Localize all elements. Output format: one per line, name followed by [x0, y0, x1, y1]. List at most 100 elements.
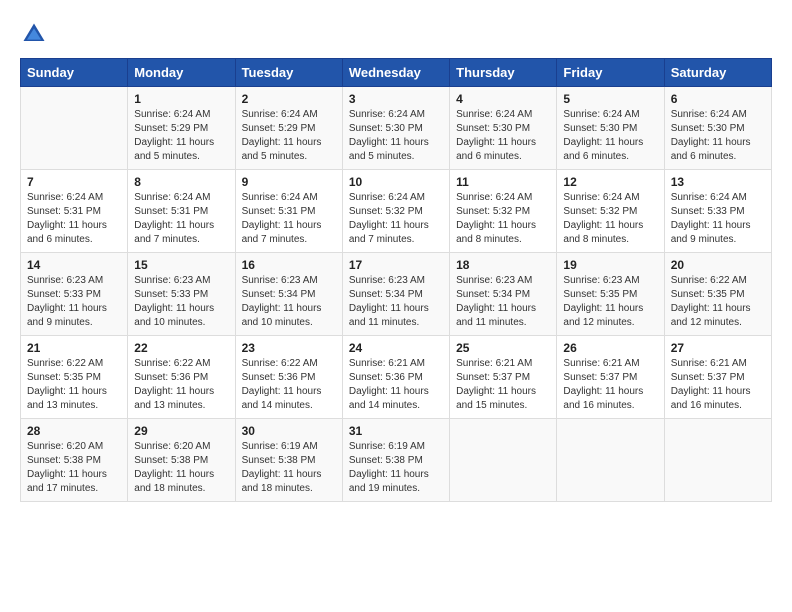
day-number: 9 — [242, 175, 336, 189]
day-header: Tuesday — [235, 59, 342, 87]
calendar-cell — [21, 87, 128, 170]
day-detail: Sunrise: 6:24 AMSunset: 5:32 PMDaylight:… — [563, 191, 657, 247]
day-number: 3 — [349, 92, 443, 106]
day-number: 30 — [242, 424, 336, 438]
day-detail: Sunrise: 6:20 AMSunset: 5:38 PMDaylight:… — [27, 440, 121, 496]
day-number: 4 — [456, 92, 550, 106]
calendar-cell: 9 Sunrise: 6:24 AMSunset: 5:31 PMDaylight… — [235, 170, 342, 253]
day-number: 22 — [134, 341, 228, 355]
calendar-cell: 7 Sunrise: 6:24 AMSunset: 5:31 PMDaylight… — [21, 170, 128, 253]
calendar-cell: 23Sunrise: 6:22 AMSunset: 5:36 PMDayligh… — [235, 336, 342, 419]
calendar-cell: 22 Sunrise: 6:22 AMSunset: 5:36 PMDayligh… — [128, 336, 235, 419]
calendar-cell: 6 Sunrise: 6:24 AMSunset: 5:30 PMDaylight… — [664, 87, 771, 170]
calendar-cell — [557, 419, 664, 502]
calendar-cell: 12 Sunrise: 6:24 AMSunset: 5:32 PMDayligh… — [557, 170, 664, 253]
day-detail: Sunrise: 6:19 AMSunset: 5:38 PMDaylight:… — [349, 440, 443, 496]
calendar-cell: 2Sunrise: 6:24 AMSunset: 5:29 PMDaylight… — [235, 87, 342, 170]
calendar-cell: 20 Sunrise: 6:22 AMSunset: 5:35 PMDayligh… — [664, 253, 771, 336]
day-header: Monday — [128, 59, 235, 87]
day-number: 2 — [242, 92, 336, 106]
day-header: Friday — [557, 59, 664, 87]
day-number: 27 — [671, 341, 765, 355]
day-number: 19 — [563, 258, 657, 272]
day-number: 1 — [134, 92, 228, 106]
day-header: Wednesday — [342, 59, 449, 87]
header-row: SundayMondayTuesdayWednesdayThursdayFrid… — [21, 59, 772, 87]
day-header: Thursday — [450, 59, 557, 87]
calendar-cell: 29 Sunrise: 6:20 AMSunset: 5:38 PMDayligh… — [128, 419, 235, 502]
day-detail: Sunrise: 6:20 AMSunset: 5:38 PMDaylight:… — [134, 440, 228, 496]
day-detail: Sunrise: 6:24 AMSunset: 5:30 PMDaylight:… — [563, 108, 657, 164]
calendar-cell: 19 Sunrise: 6:23 AMSunset: 5:35 PMDayligh… — [557, 253, 664, 336]
day-detail: Sunrise: 6:23 AMSunset: 5:34 PMDaylight:… — [349, 274, 443, 330]
day-header: Sunday — [21, 59, 128, 87]
day-number: 20 — [671, 258, 765, 272]
day-detail: Sunrise: 6:24 AMSunset: 5:31 PMDaylight:… — [134, 191, 228, 247]
calendar-cell: 3Sunrise: 6:24 AMSunset: 5:30 PMDaylight… — [342, 87, 449, 170]
calendar-cell: 28 Sunrise: 6:20 AMSunset: 5:38 PMDayligh… — [21, 419, 128, 502]
calendar-cell: 4Sunrise: 6:24 AMSunset: 5:30 PMDaylight… — [450, 87, 557, 170]
day-number: 28 — [27, 424, 121, 438]
logo-icon — [20, 20, 48, 48]
day-number: 31 — [349, 424, 443, 438]
calendar-cell: 10 Sunrise: 6:24 AMSunset: 5:32 PMDayligh… — [342, 170, 449, 253]
calendar-week: 28 Sunrise: 6:20 AMSunset: 5:38 PMDayligh… — [21, 419, 772, 502]
logo — [20, 20, 52, 48]
day-detail: Sunrise: 6:23 AMSunset: 5:34 PMDaylight:… — [456, 274, 550, 330]
day-detail: Sunrise: 6:21 AMSunset: 5:37 PMDaylight:… — [563, 357, 657, 413]
day-header: Saturday — [664, 59, 771, 87]
calendar-cell: 16Sunrise: 6:23 AMSunset: 5:34 PMDayligh… — [235, 253, 342, 336]
day-number: 10 — [349, 175, 443, 189]
calendar-table: SundayMondayTuesdayWednesdayThursdayFrid… — [20, 58, 772, 502]
calendar-cell: 25 Sunrise: 6:21 AMSunset: 5:37 PMDayligh… — [450, 336, 557, 419]
day-number: 17 — [349, 258, 443, 272]
day-detail: Sunrise: 6:22 AMSunset: 5:35 PMDaylight:… — [671, 274, 765, 330]
calendar-cell: 1 Sunrise: 6:24 AMSunset: 5:29 PMDaylight… — [128, 87, 235, 170]
day-number: 7 — [27, 175, 121, 189]
calendar-week: 1 Sunrise: 6:24 AMSunset: 5:29 PMDaylight… — [21, 87, 772, 170]
day-number: 5 — [563, 92, 657, 106]
day-number: 18 — [456, 258, 550, 272]
calendar-cell: 24Sunrise: 6:21 AMSunset: 5:36 PMDayligh… — [342, 336, 449, 419]
calendar-cell: 15 Sunrise: 6:23 AMSunset: 5:33 PMDayligh… — [128, 253, 235, 336]
day-number: 12 — [563, 175, 657, 189]
day-detail: Sunrise: 6:23 AMSunset: 5:35 PMDaylight:… — [563, 274, 657, 330]
day-detail: Sunrise: 6:24 AMSunset: 5:29 PMDaylight:… — [134, 108, 228, 164]
day-detail: Sunrise: 6:24 AMSunset: 5:32 PMDaylight:… — [349, 191, 443, 247]
day-number: 14 — [27, 258, 121, 272]
day-detail: Sunrise: 6:24 AMSunset: 5:33 PMDaylight:… — [671, 191, 765, 247]
day-detail: Sunrise: 6:24 AMSunset: 5:30 PMDaylight:… — [671, 108, 765, 164]
calendar-week: 14 Sunrise: 6:23 AMSunset: 5:33 PMDayligh… — [21, 253, 772, 336]
day-number: 23 — [242, 341, 336, 355]
calendar-week: 21 Sunrise: 6:22 AMSunset: 5:35 PMDayligh… — [21, 336, 772, 419]
day-number: 16 — [242, 258, 336, 272]
day-detail: Sunrise: 6:21 AMSunset: 5:37 PMDaylight:… — [456, 357, 550, 413]
day-number: 15 — [134, 258, 228, 272]
day-detail: Sunrise: 6:23 AMSunset: 5:33 PMDaylight:… — [27, 274, 121, 330]
calendar-cell: 18 Sunrise: 6:23 AMSunset: 5:34 PMDayligh… — [450, 253, 557, 336]
day-detail: Sunrise: 6:24 AMSunset: 5:31 PMDaylight:… — [27, 191, 121, 247]
day-number: 29 — [134, 424, 228, 438]
day-number: 6 — [671, 92, 765, 106]
calendar-cell: 26 Sunrise: 6:21 AMSunset: 5:37 PMDayligh… — [557, 336, 664, 419]
day-detail: Sunrise: 6:21 AMSunset: 5:37 PMDaylight:… — [671, 357, 765, 413]
page-header — [20, 20, 772, 48]
day-number: 8 — [134, 175, 228, 189]
day-detail: Sunrise: 6:22 AMSunset: 5:35 PMDaylight:… — [27, 357, 121, 413]
day-number: 26 — [563, 341, 657, 355]
calendar-cell: 14 Sunrise: 6:23 AMSunset: 5:33 PMDayligh… — [21, 253, 128, 336]
calendar-cell — [664, 419, 771, 502]
calendar-cell — [450, 419, 557, 502]
calendar-cell: 8 Sunrise: 6:24 AMSunset: 5:31 PMDaylight… — [128, 170, 235, 253]
calendar-cell: 31 Sunrise: 6:19 AMSunset: 5:38 PMDayligh… — [342, 419, 449, 502]
calendar-cell: 21 Sunrise: 6:22 AMSunset: 5:35 PMDayligh… — [21, 336, 128, 419]
day-number: 21 — [27, 341, 121, 355]
calendar-cell: 11Sunrise: 6:24 AMSunset: 5:32 PMDayligh… — [450, 170, 557, 253]
day-detail: Sunrise: 6:23 AMSunset: 5:33 PMDaylight:… — [134, 274, 228, 330]
calendar-cell: 27 Sunrise: 6:21 AMSunset: 5:37 PMDayligh… — [664, 336, 771, 419]
day-number: 25 — [456, 341, 550, 355]
day-detail: Sunrise: 6:22 AMSunset: 5:36 PMDaylight:… — [134, 357, 228, 413]
calendar-week: 7 Sunrise: 6:24 AMSunset: 5:31 PMDaylight… — [21, 170, 772, 253]
day-detail: Sunrise: 6:21 AMSunset: 5:36 PMDaylight:… — [349, 357, 443, 413]
day-detail: Sunrise: 6:24 AMSunset: 5:31 PMDaylight:… — [242, 191, 336, 247]
